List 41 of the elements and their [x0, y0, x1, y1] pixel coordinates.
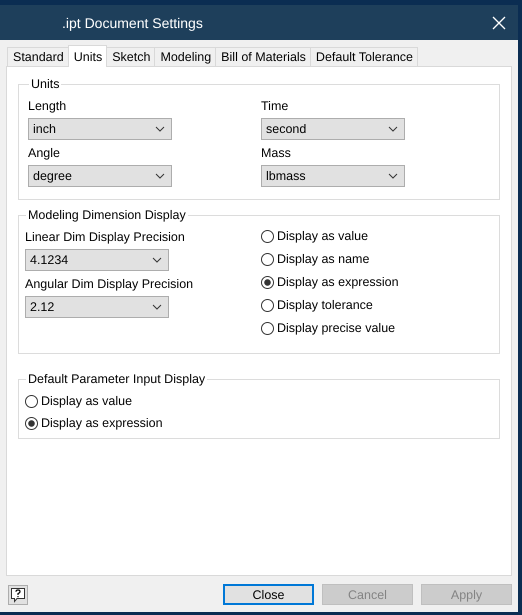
radio-label: Display as name — [277, 252, 370, 266]
tab[interactable]: Modeling — [154, 47, 216, 66]
group-title: Default Parameter Input Display — [27, 372, 206, 386]
radio-label: Display as value — [277, 229, 368, 243]
dropdown-value: second — [266, 122, 306, 136]
radio-option[interactable]: Display precise value — [261, 319, 399, 337]
dropdown[interactable]: 4.1234 — [25, 249, 169, 271]
radio-label: Display as value — [41, 394, 132, 408]
dropdown[interactable]: inch — [28, 118, 172, 140]
tab[interactable]: Units — [68, 45, 108, 67]
dropdown[interactable]: degree — [28, 165, 172, 187]
radio-option[interactable]: Display tolerance — [261, 296, 399, 314]
tab[interactable]: Default Tolerance — [310, 47, 418, 66]
group-title: Modeling Dimension Display — [27, 208, 187, 222]
dialog-button[interactable]: Close — [223, 584, 314, 605]
field-label: Angular Dim Display Precision — [25, 277, 194, 291]
dropdown-value: 2.12 — [30, 300, 54, 314]
radio-option[interactable]: Display as expression — [25, 414, 493, 432]
radio-label: Display precise value — [277, 321, 396, 335]
dropdown-value: 4.1234 — [30, 253, 68, 267]
dropdown-value: inch — [33, 122, 56, 136]
radio-option[interactable]: Display as value — [25, 392, 493, 410]
dropdown[interactable]: second — [261, 118, 405, 140]
group-title: Units — [30, 77, 60, 91]
window-title: .ipt Document Settings — [62, 14, 203, 30]
field-label: Angle — [28, 146, 61, 160]
dropdown-value: lbmass — [266, 169, 306, 183]
field-label: Time — [261, 99, 290, 113]
dropdown[interactable]: 2.12 — [25, 296, 169, 318]
dropdown-value: degree — [33, 169, 72, 183]
radio-option[interactable]: Display as value — [261, 227, 399, 245]
radio-option[interactable]: Display as expression — [261, 273, 399, 291]
radio-label: Display as expression — [277, 275, 399, 289]
radio-label: Display as expression — [41, 416, 163, 430]
radio-label: Display tolerance — [277, 298, 373, 312]
field-label: Mass — [261, 146, 292, 160]
tab[interactable]: Standard — [7, 47, 69, 66]
field-label: Length — [28, 99, 68, 113]
field-label: Linear Dim Display Precision — [25, 230, 186, 244]
radio-option[interactable]: Display as name — [261, 250, 399, 268]
dropdown[interactable]: lbmass — [261, 165, 405, 187]
